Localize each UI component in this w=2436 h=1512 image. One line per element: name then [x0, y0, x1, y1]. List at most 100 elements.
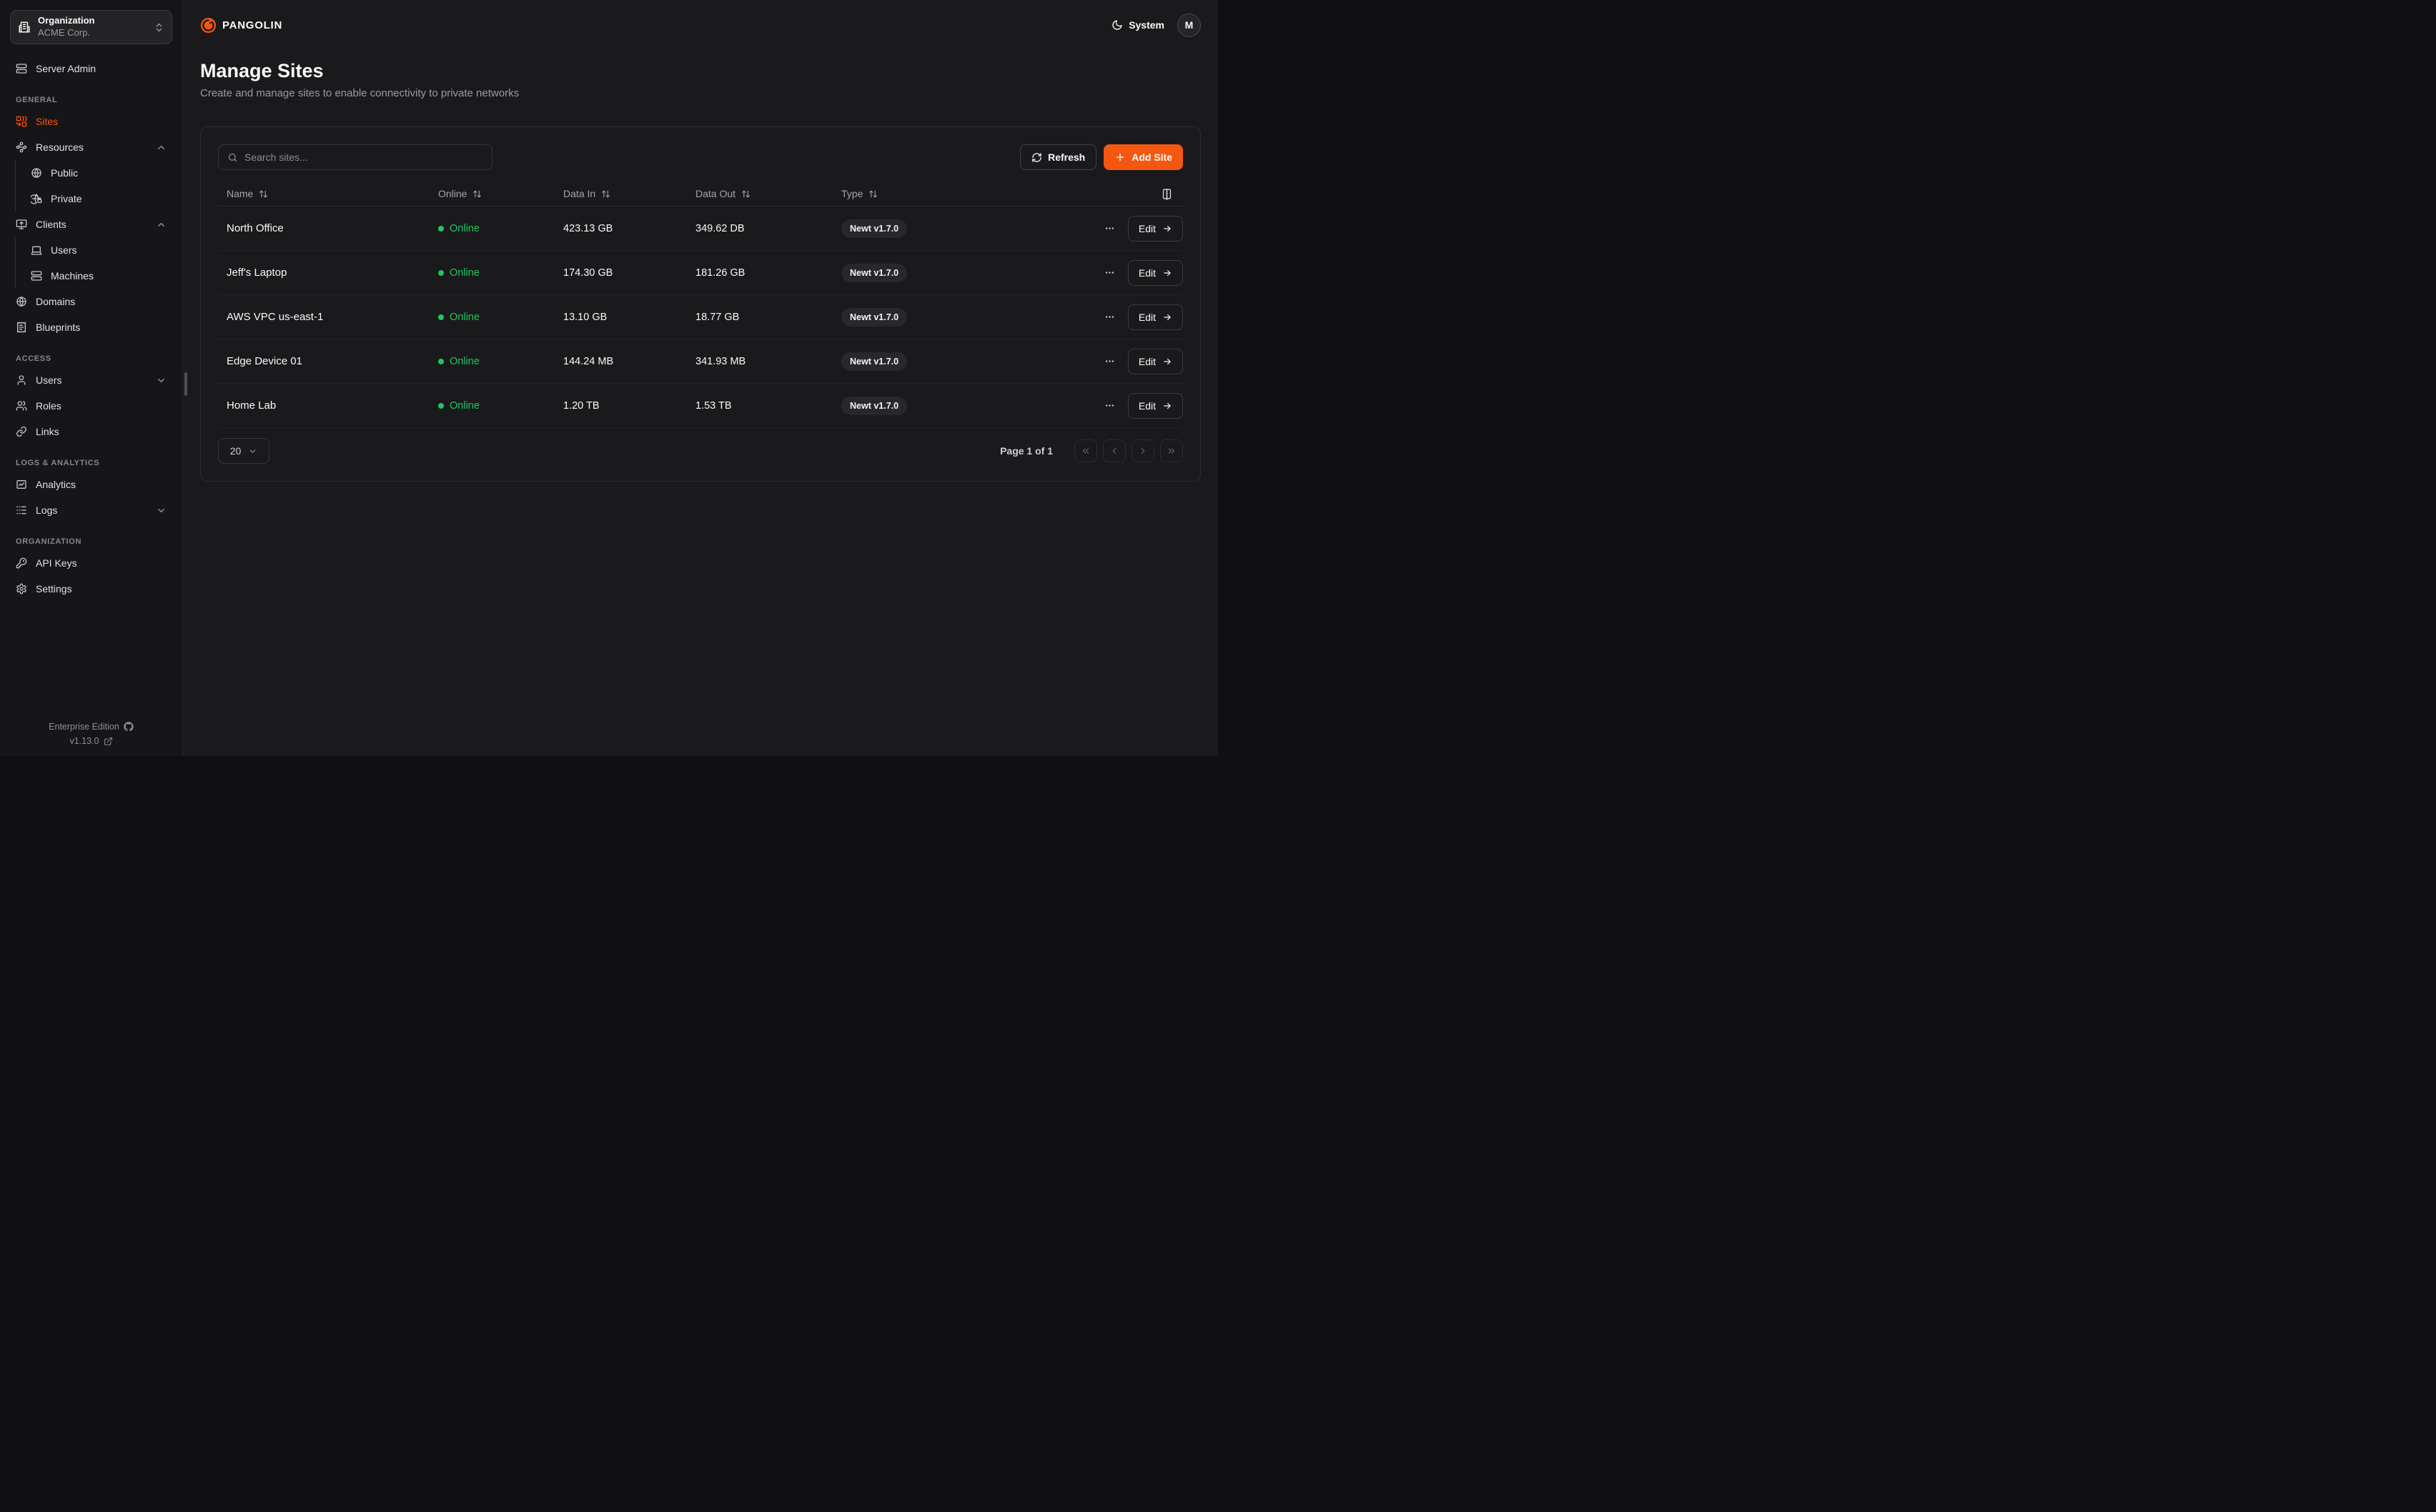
refresh-button[interactable]: Refresh — [1020, 144, 1096, 170]
sidebar-item-settings[interactable]: Settings — [10, 576, 172, 602]
edit-button[interactable]: Edit — [1128, 393, 1183, 419]
sites-card: Refresh Add Site NameOnlineData InData O… — [200, 126, 1201, 482]
sidebar-item-clients-machines[interactable]: Machines — [25, 263, 172, 289]
page-header: Manage Sites Create and manage sites to … — [200, 60, 1201, 99]
sidebar-item-clients-users[interactable]: Users — [25, 237, 172, 263]
online-cell: Online — [430, 356, 555, 367]
sidebar-section-organization: ORGANIZATIONAPI KeysSettings — [10, 534, 172, 602]
theme-toggle[interactable]: System — [1111, 19, 1164, 31]
version-row[interactable]: v1.13.0 — [0, 736, 182, 746]
row-menu-button[interactable] — [1101, 220, 1118, 237]
chevron-left-icon — [1109, 446, 1119, 456]
sort-icon — [601, 189, 610, 199]
status-label: Online — [450, 312, 480, 323]
column-header-data-in[interactable]: Data In — [555, 188, 687, 199]
sidebar-item-label: Domains — [36, 296, 75, 307]
table-row-home-lab: Home LabOnline1.20 TB1.53 TBNewt v1.7.0E… — [218, 384, 1183, 428]
column-header-online[interactable]: Online — [430, 188, 555, 199]
data-in-value: 423.13 GB — [555, 223, 687, 234]
column-header-name[interactable]: Name — [218, 188, 430, 199]
user-icon — [16, 374, 27, 386]
arrow-right-icon — [1162, 268, 1172, 278]
sidebar-item-label: Roles — [36, 400, 61, 412]
github-icon[interactable] — [124, 722, 134, 732]
column-header-data-out[interactable]: Data Out — [687, 188, 833, 199]
org-switcher[interactable]: Organization ACME Corp. — [10, 10, 172, 44]
edit-button[interactable]: Edit — [1128, 216, 1183, 242]
sidebar-item-roles[interactable]: Roles — [10, 393, 172, 419]
sidebar-item-links[interactable]: Links — [10, 419, 172, 444]
row-menu-button[interactable] — [1101, 397, 1118, 414]
edit-button[interactable]: Edit — [1128, 349, 1183, 374]
row-actions: Edit — [1069, 393, 1183, 419]
chart-line-icon — [16, 479, 27, 490]
sidebar-item-users[interactable]: Users — [10, 367, 172, 393]
first-page-button[interactable] — [1074, 439, 1097, 462]
edit-button-label: Edit — [1139, 223, 1156, 234]
section-heading: LOGS & ANALYTICS — [10, 456, 172, 472]
search-input[interactable] — [244, 151, 483, 163]
sidebar-item-resources-public[interactable]: Public — [25, 160, 172, 186]
theme-toggle-label: System — [1129, 19, 1164, 31]
sidebar-item-api-keys[interactable]: API Keys — [10, 550, 172, 576]
page-size-select[interactable]: 20 — [218, 438, 269, 464]
row-menu-button[interactable] — [1101, 309, 1118, 325]
moon-icon — [1111, 19, 1123, 31]
sidebar-item-server-admin[interactable]: Server Admin — [10, 56, 172, 81]
online-dot-icon — [438, 403, 444, 409]
sidebar-item-clients[interactable]: Clients — [10, 212, 172, 237]
users-icon — [16, 400, 27, 412]
topbar: PANGOLIN System M — [200, 0, 1201, 50]
column-header-label: Data In — [563, 188, 595, 199]
sidebar-item-resources[interactable]: Resources — [10, 134, 172, 160]
sidebar-item-analytics[interactable]: Analytics — [10, 472, 172, 497]
arrow-right-icon — [1162, 401, 1172, 411]
data-in-value: 144.24 MB — [555, 356, 687, 367]
sidebar-footer: Enterprise Edition v1.13.0 — [0, 717, 182, 746]
table-body: North OfficeOnline423.13 GB349.62 DBNewt… — [218, 207, 1183, 428]
chevrons-up-down-icon — [154, 22, 164, 33]
edit-button[interactable]: Edit — [1128, 260, 1183, 286]
app-root: Organization ACME Corp. Server Admin GEN… — [0, 0, 1218, 756]
sidebar-item-logs[interactable]: Logs — [10, 497, 172, 523]
sidebar-item-domains[interactable]: Domains — [10, 289, 172, 314]
search-box — [218, 144, 492, 170]
add-site-button-label: Add Site — [1132, 151, 1172, 163]
sidebar-section-logs-analytics: LOGS & ANALYTICS Analytics Logs — [10, 456, 172, 523]
avatar[interactable]: M — [1177, 14, 1201, 37]
section-heading: ORGANIZATION — [10, 534, 172, 550]
prev-page-button[interactable] — [1103, 439, 1126, 462]
gear-icon — [16, 583, 27, 595]
column-visibility-button[interactable] — [1159, 186, 1174, 202]
brand-logo[interactable]: PANGOLIN — [200, 17, 282, 34]
sidebar-item-resources-private[interactable]: Private — [25, 186, 172, 212]
sidebar-item-sites[interactable]: Sites — [10, 109, 172, 134]
add-site-button[interactable]: Add Site — [1104, 144, 1183, 170]
sidebar-item-label: Analytics — [36, 479, 76, 490]
row-menu-button[interactable] — [1101, 264, 1118, 281]
site-name: Home Lab — [218, 399, 430, 412]
resources-icon — [16, 141, 27, 153]
refresh-button-label: Refresh — [1048, 151, 1085, 163]
globe-icon — [31, 167, 42, 179]
table-row-aws-vpc-us-east-1: AWS VPC us-east-1Online13.10 GB18.77 GBN… — [218, 295, 1183, 339]
type-badge: Newt v1.7.0 — [841, 397, 907, 415]
edit-button[interactable]: Edit — [1128, 304, 1183, 330]
row-actions: Edit — [1069, 216, 1183, 242]
type-cell: Newt v1.7.0 — [833, 352, 1069, 371]
sidebar-item-blueprints[interactable]: Blueprints — [10, 314, 172, 340]
sidebar-item-label: Machines — [51, 270, 94, 282]
last-page-button[interactable] — [1160, 439, 1183, 462]
sidebar-sections: GENERALSitesResourcesPublicPrivateClient… — [10, 93, 172, 602]
status-label: Online — [450, 356, 480, 367]
row-menu-button[interactable] — [1101, 353, 1118, 369]
version-label: v1.13.0 — [69, 736, 99, 746]
subnav-clients: Users Machines — [15, 237, 172, 289]
sidebar-scrollbar-thumb[interactable] — [184, 372, 187, 396]
sidebar-item-label: Users — [51, 244, 77, 256]
laptop-icon — [31, 244, 42, 256]
pangolin-logo-icon — [200, 17, 217, 34]
column-header-type[interactable]: Type — [833, 188, 1069, 199]
ellipsis-icon — [1104, 267, 1115, 278]
next-page-button[interactable] — [1132, 439, 1154, 462]
